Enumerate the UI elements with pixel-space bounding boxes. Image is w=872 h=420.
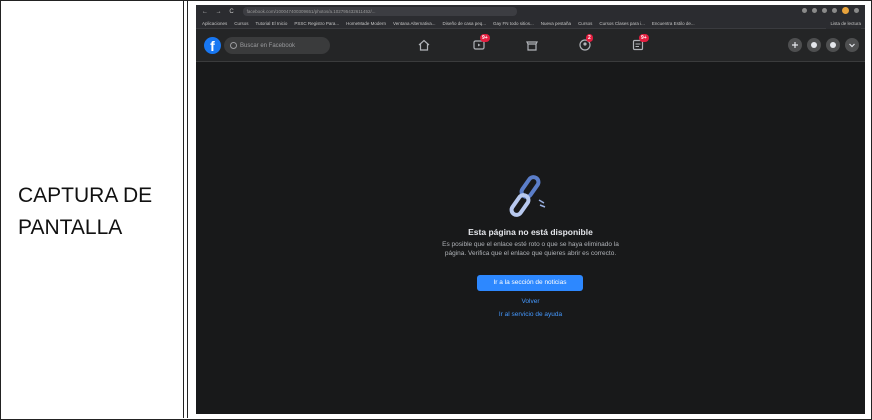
search-placeholder: Buscar en Facebook	[240, 42, 296, 49]
bookmark-item[interactable]: Nueva pestaña	[541, 21, 571, 26]
browser-toolbar: ← → C facebook.com/100047400309651/photo…	[196, 5, 865, 18]
reading-list[interactable]: Lista de lectura	[826, 18, 861, 29]
bookmarks-bar: Aplicaciones Cursos Tutorial El Inicio P…	[196, 18, 865, 29]
error-description: Es posible que el enlace esté roto o que…	[442, 241, 619, 257]
url-text: facebook.com/100047400309651/photos/a.10…	[246, 9, 376, 14]
bookmark-item[interactable]: Gay FN todo sitios...	[493, 21, 534, 26]
label-line-1: CAPTURA DE	[18, 184, 153, 207]
facebook-header: f Buscar en Facebook 9+ 2 9+	[196, 29, 865, 62]
messenger-icon[interactable]	[807, 38, 821, 52]
facebook-logo[interactable]: f	[204, 37, 221, 54]
bookmark-item[interactable]: Encuentra Estilo de...	[652, 21, 695, 26]
search-input[interactable]: Buscar en Facebook	[224, 37, 330, 54]
menu-icon[interactable]	[854, 8, 859, 13]
notifications-icon[interactable]	[826, 38, 840, 52]
label-cell: CAPTURA DE PANTALLA	[0, 0, 184, 418]
bookmark-item[interactable]: Cursos	[578, 21, 592, 26]
groups-badge: 2	[586, 34, 593, 42]
watch-icon[interactable]: 9+	[472, 34, 490, 52]
browser-nav-buttons[interactable]: ← → C	[202, 9, 237, 15]
extension-icon[interactable]	[802, 8, 807, 13]
home-icon[interactable]	[417, 38, 431, 52]
bookmark-item[interactable]: Aplicaciones	[202, 21, 227, 26]
address-bar[interactable]: facebook.com/100047400309651/photos/a.10…	[242, 7, 517, 16]
gaming-icon[interactable]: 9+	[631, 34, 649, 52]
bookmark-item[interactable]: Tutorial El Inicio	[256, 21, 288, 26]
search-icon	[230, 42, 237, 49]
bookmark-item[interactable]: Ventana Alternativa...	[393, 21, 436, 26]
groups-icon[interactable]: 2	[578, 34, 593, 52]
error-title: Esta página no está disponible	[468, 227, 593, 237]
bookmark-item[interactable]: HomeMade Modern	[346, 21, 386, 26]
profile-avatar[interactable]	[832, 8, 837, 13]
label-line-2: PANTALLA	[18, 216, 123, 239]
puzzle-icon[interactable]	[822, 8, 827, 13]
bookmark-item[interactable]: Cursos	[234, 21, 248, 26]
back-link[interactable]: Volver	[196, 298, 865, 305]
marketplace-icon[interactable]	[525, 38, 539, 52]
error-page: Esta página no está disponible Es posibl…	[196, 62, 865, 414]
star-icon[interactable]	[812, 8, 817, 13]
go-to-news-feed-button[interactable]: Ir a la sección de noticias	[477, 275, 583, 291]
bookmark-item[interactable]: Cursos Clases para i...	[599, 21, 645, 26]
gaming-badge: 9+	[639, 34, 649, 42]
account-menu-icon[interactable]	[845, 38, 859, 52]
screenshot-label: CAPTURA DE PANTALLA	[18, 180, 152, 244]
bookmark-item[interactable]: Diseño de casa peq...	[442, 21, 486, 26]
broken-link-icon	[509, 174, 553, 225]
cell-divider	[187, 0, 188, 418]
account-icon[interactable]	[842, 7, 849, 14]
help-center-link[interactable]: Ir al servicio de ayuda	[196, 311, 865, 318]
browser-extensions	[802, 7, 859, 14]
bookmark-item[interactable]: PSSC Registro Para...	[294, 21, 339, 26]
watch-badge: 9+	[480, 34, 490, 42]
create-icon[interactable]	[788, 38, 802, 52]
screenshot: ← → C facebook.com/100047400309651/photo…	[196, 5, 865, 414]
